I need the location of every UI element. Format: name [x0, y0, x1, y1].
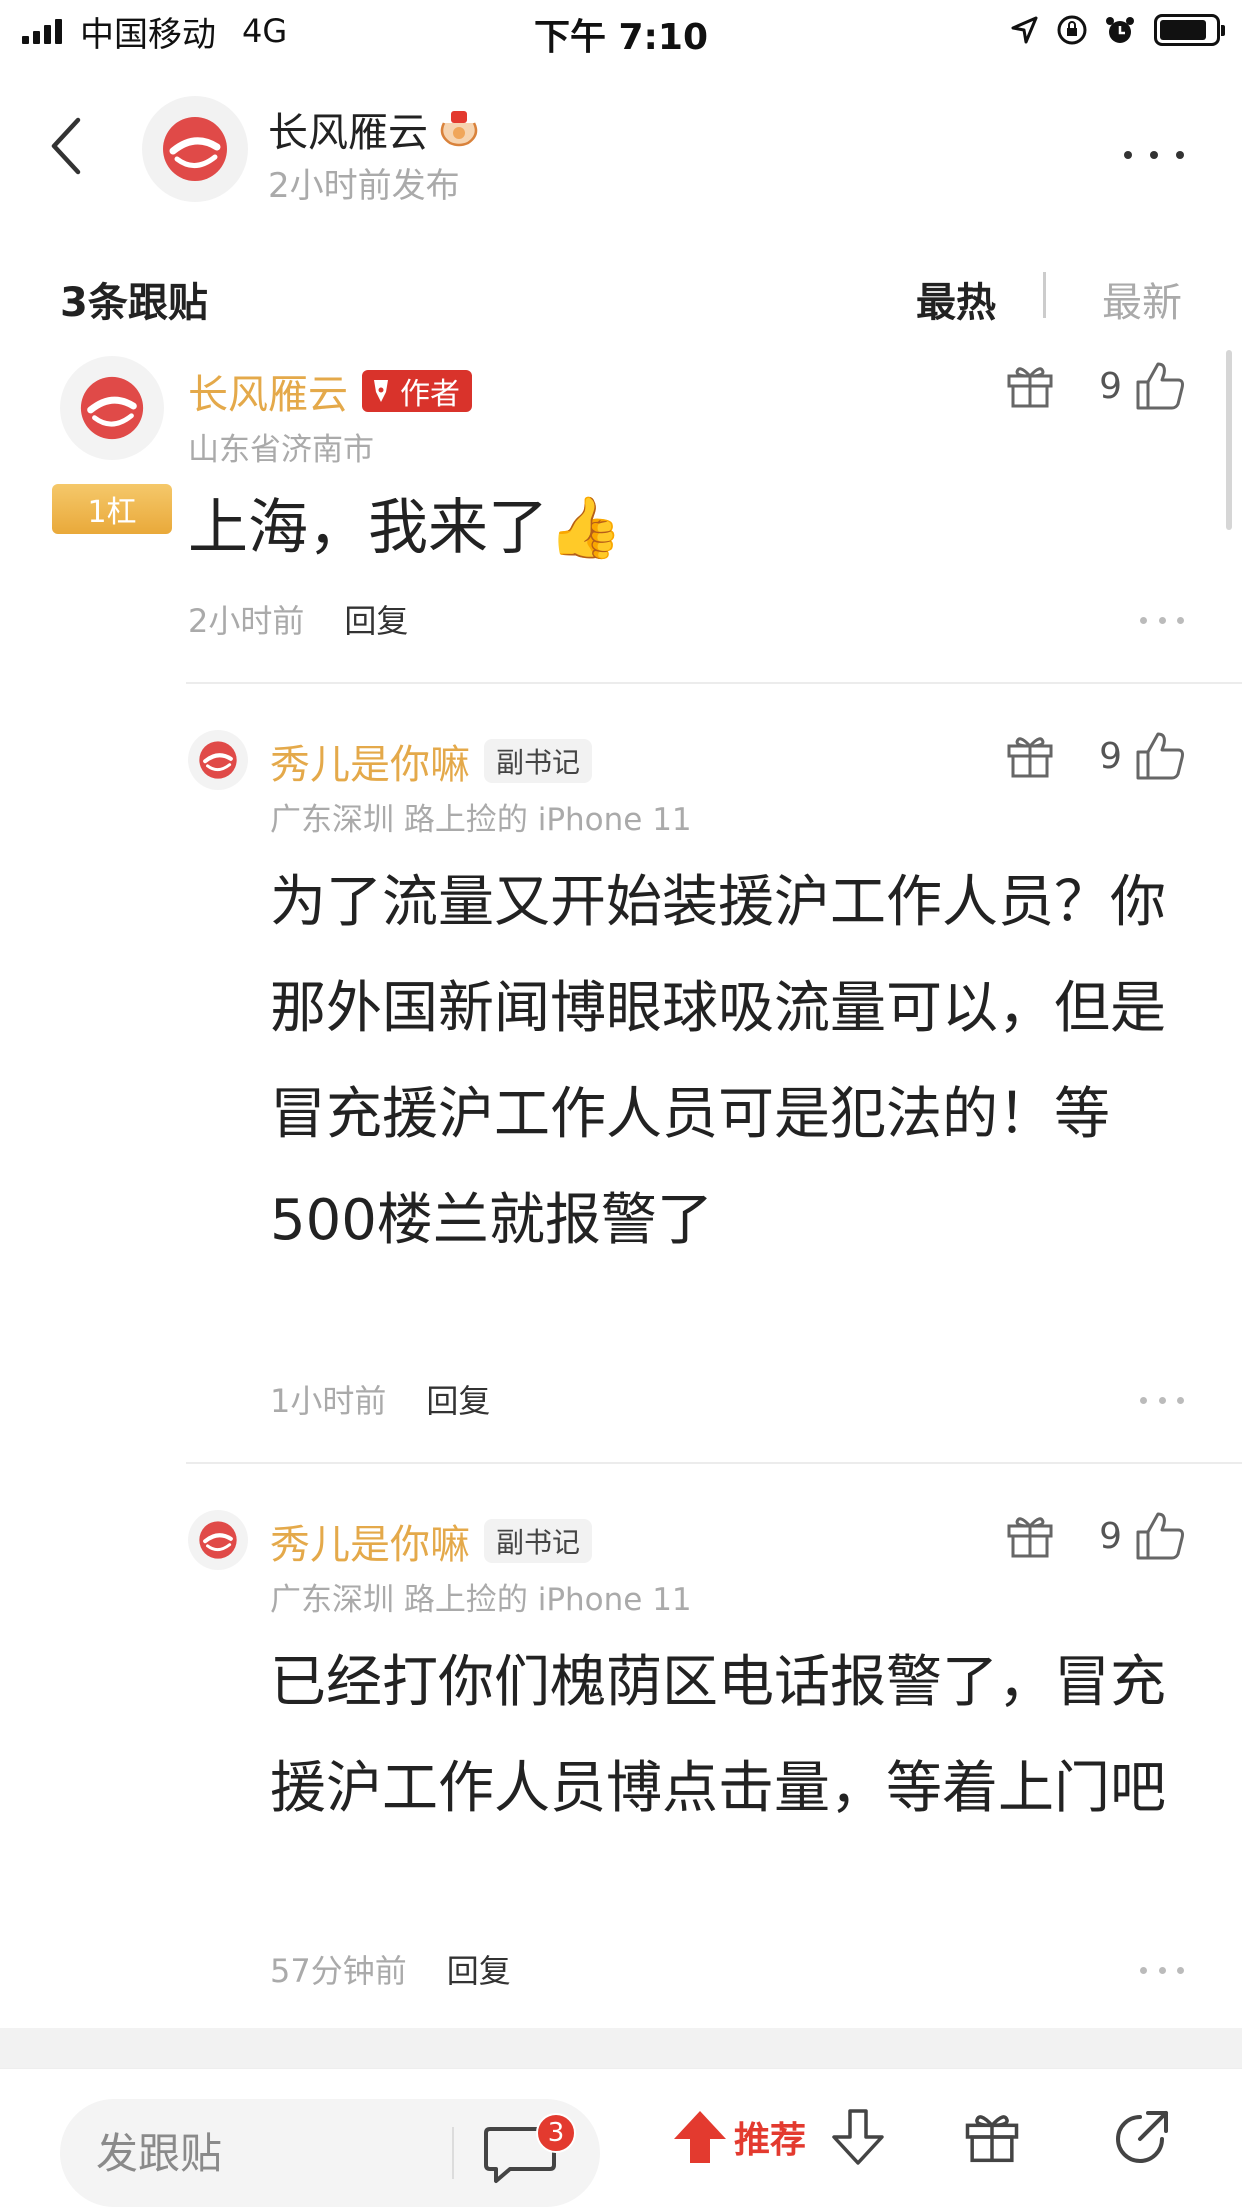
- author-badge: 作者: [362, 370, 472, 412]
- sort-divider: [1043, 272, 1046, 318]
- share-icon[interactable]: [1112, 2109, 1170, 2167]
- like-count: 9: [1099, 1515, 1122, 1557]
- thumbs-up-icon[interactable]: [1134, 360, 1186, 412]
- comment-time: 2小时前: [188, 602, 305, 640]
- gift-icon[interactable]: [962, 2109, 1022, 2165]
- like-count: 9: [1099, 365, 1122, 407]
- more-options-button[interactable]: [1124, 140, 1184, 170]
- orientation-lock-icon: [1057, 15, 1087, 45]
- alarm-icon: [1106, 17, 1134, 43]
- reply-button[interactable]: 回复: [447, 1946, 511, 1992]
- commenter-location: 山东省济南市: [188, 432, 374, 468]
- commenter-name[interactable]: 秀儿是你嘛: [270, 1512, 470, 1570]
- down-arrow-icon[interactable]: [830, 2107, 886, 2167]
- commenter-location: 广东深圳 路上捡的 iPhone 11: [270, 1582, 692, 1618]
- scrollbar[interactable]: [1226, 350, 1232, 530]
- recommend-button[interactable]: 推荐: [672, 2109, 806, 2165]
- battery-icon: [1154, 14, 1225, 46]
- commenter-avatar[interactable]: [188, 1510, 248, 1570]
- like-count: 9: [1099, 735, 1122, 777]
- bottom-toolbar: 3 推荐: [0, 2068, 1242, 2208]
- header-author-name[interactable]: 长风雁云: [268, 100, 428, 158]
- gift-icon[interactable]: [1005, 1512, 1055, 1560]
- rank-badge: 副书记: [484, 739, 593, 783]
- thumbs-up-icon[interactable]: [1134, 1510, 1186, 1562]
- comment-count-badge: 3: [536, 2113, 576, 2153]
- sort-hot-tab[interactable]: 最热: [916, 270, 996, 328]
- comment-text: 为了流量又开始装援沪工作人员？你那外国新闻博眼球吸流量可以，但是冒充援沪工作人员…: [270, 870, 1166, 1253]
- comment-text: 上海，我来了👍: [188, 493, 623, 563]
- level-badge-icon: [440, 111, 478, 147]
- commenter-name[interactable]: 长风雁云: [188, 362, 348, 420]
- comment-more-button[interactable]: [1140, 614, 1184, 626]
- commenter-location: 广东深圳 路上捡的 iPhone 11: [270, 802, 692, 838]
- sort-bar: 3条跟贴 最热 最新: [0, 262, 1242, 332]
- author-badge-label: 作者: [400, 377, 460, 412]
- pen-icon: [374, 380, 388, 402]
- comment-divider: [186, 682, 1242, 684]
- rank-badge: 副书记: [484, 1519, 593, 1563]
- location-arrow-icon: [1011, 16, 1038, 44]
- recommend-label: 推荐: [734, 2120, 807, 2161]
- sort-new-tab[interactable]: 最新: [1102, 270, 1182, 328]
- status-bar: 中国移动 4G 下午 7:10: [0, 0, 1242, 62]
- back-button[interactable]: [46, 114, 106, 194]
- author-avatar[interactable]: [142, 96, 248, 202]
- section-gap: [0, 2028, 1242, 2068]
- comment-time: 57分钟前: [270, 1952, 407, 1990]
- floor-tag: 1杠: [52, 484, 172, 534]
- input-divider: [452, 2127, 454, 2179]
- post-header: 长风雁云 2小时前发布: [0, 62, 1242, 232]
- reply-button[interactable]: 回复: [344, 596, 408, 642]
- up-arrow-icon: [674, 2111, 726, 2163]
- reply-input-box[interactable]: 3: [60, 2099, 600, 2207]
- comment-more-button[interactable]: [1140, 1964, 1184, 1976]
- comment-text: 已经打你们槐荫区电话报警了，冒充援沪工作人员博点击量，等着上门吧: [270, 1650, 1166, 1821]
- reply-count: 3条跟贴: [60, 280, 208, 326]
- comment-divider: [186, 1462, 1242, 1464]
- commenter-name[interactable]: 秀儿是你嘛: [270, 732, 470, 790]
- commenter-avatar[interactable]: [60, 356, 164, 460]
- header-author-name-row: 长风雁云: [268, 100, 482, 158]
- reply-button[interactable]: 回复: [426, 1376, 490, 1422]
- avatar-logo-icon: [80, 376, 144, 440]
- avatar-logo-icon: [199, 1521, 237, 1559]
- post-time: 2小时前发布: [268, 166, 460, 206]
- reply-input[interactable]: [96, 2125, 436, 2181]
- gift-icon[interactable]: [1005, 732, 1055, 780]
- thumbs-up-icon[interactable]: [1134, 730, 1186, 782]
- avatar-logo-icon: [163, 117, 227, 181]
- comment-more-button[interactable]: [1140, 1394, 1184, 1406]
- commenter-avatar[interactable]: [188, 730, 248, 790]
- gift-icon[interactable]: [1005, 362, 1055, 410]
- back-icon: [51, 117, 81, 175]
- avatar-logo-icon: [199, 741, 237, 779]
- comment-time: 1小时前: [270, 1382, 387, 1420]
